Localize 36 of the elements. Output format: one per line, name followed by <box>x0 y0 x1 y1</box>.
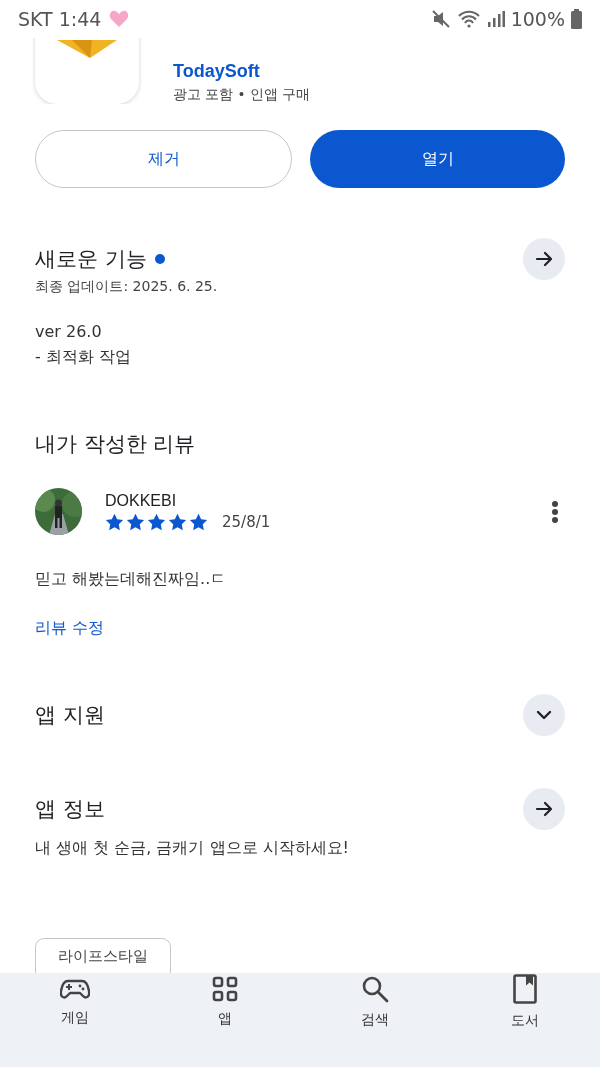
apps-grid-icon <box>212 976 238 1002</box>
edit-review-link[interactable]: 리뷰 수정 <box>0 618 140 637</box>
release-note: ver 26.0 <box>34 322 103 341</box>
expand-button[interactable] <box>523 694 565 736</box>
gamepad-icon <box>60 977 90 1001</box>
book-icon <box>513 974 537 1004</box>
nav-tab[interactable]: 도서 <box>450 973 600 1031</box>
battery-icon <box>571 9 582 29</box>
search-icon <box>361 975 389 1003</box>
reviewer-name: DOKKEBI <box>105 492 178 510</box>
nav-tab[interactable]: 앱 <box>150 973 300 1031</box>
developer-link[interactable]: TodaySoft <box>173 61 311 82</box>
review-text: 믿고 해봤는데해진짜임..ㄷ <box>34 569 228 590</box>
update-date: 최종 업데이트: 2025. 6. 25. <box>34 278 219 296</box>
uninstall-button[interactable]: 제거 <box>35 130 292 188</box>
review-date: 25/8/1 <box>222 513 271 531</box>
more-icon[interactable] <box>551 499 559 524</box>
app-notes: 광고 포함 • 인앱 구매 <box>173 86 311 104</box>
section-title: 새로운 기능 <box>35 246 147 273</box>
app-description: 내 생애 첫 순금, 금캐기 앱으로 시작하세요! <box>34 838 350 859</box>
section-title: 앱 지원 <box>35 702 105 729</box>
nav-tab[interactable]: 게임 <box>0 973 150 1031</box>
heart-icon <box>109 10 130 28</box>
battery-percent: 100% <box>510 8 565 30</box>
section-title: 앱 정보 <box>35 796 105 823</box>
release-note: - 최적화 작업 <box>34 347 132 368</box>
signal-icon <box>486 10 505 28</box>
category-chip[interactable]: 라이프스타일 <box>35 938 171 973</box>
mute-icon <box>430 9 451 29</box>
nav-tab[interactable]: 검색 <box>300 973 450 1031</box>
arrow-button[interactable] <box>523 788 565 830</box>
section-title: 내가 작성한 리뷰 <box>35 431 196 458</box>
arrow-button[interactable] <box>523 238 565 280</box>
open-button[interactable]: 열기 <box>310 130 565 188</box>
carrier-time: SKT 1:44 <box>18 8 102 30</box>
wifi-icon <box>456 9 481 29</box>
